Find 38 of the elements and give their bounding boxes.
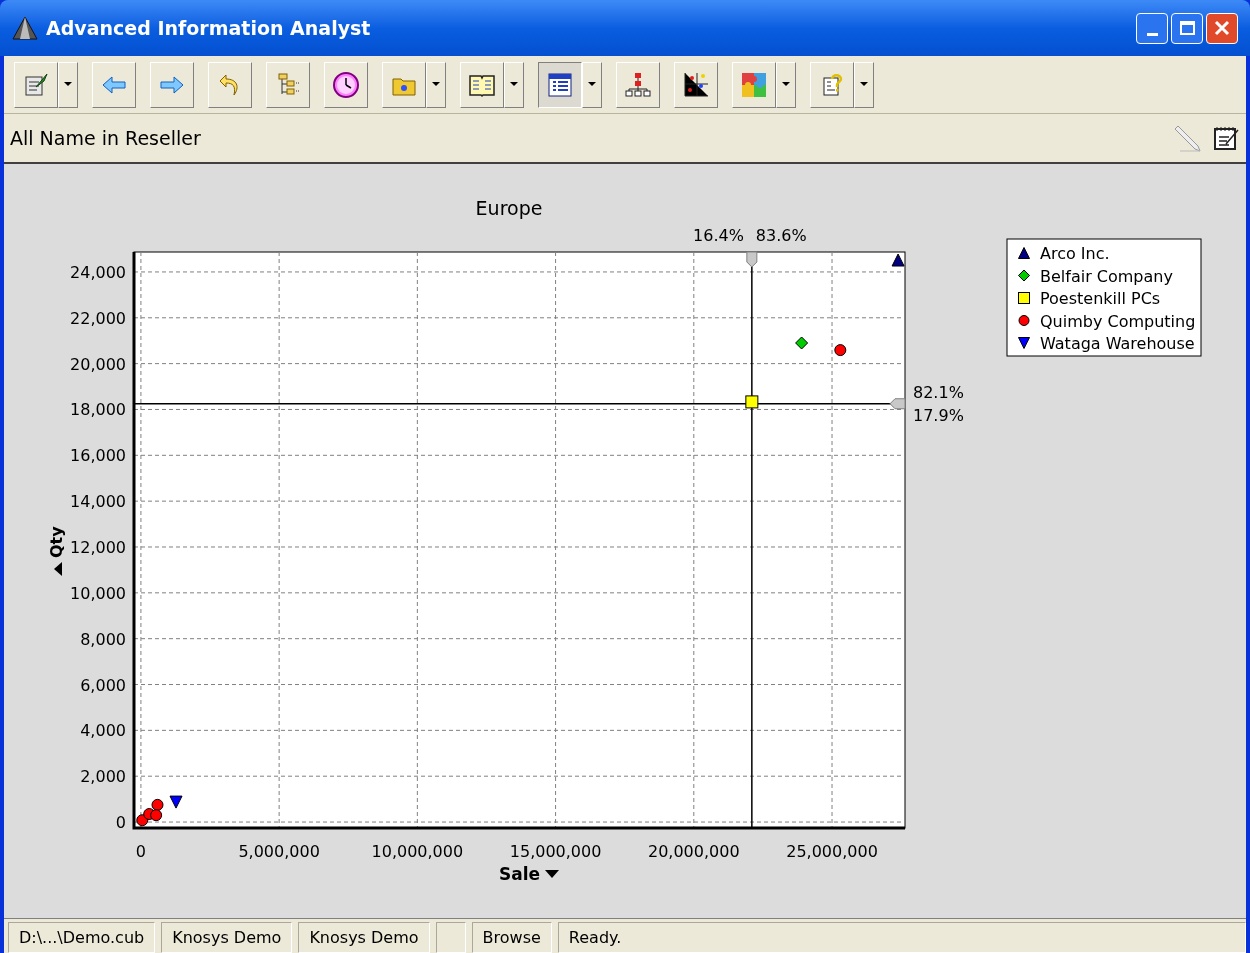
y-tick-label: 14,000 [70,492,126,512]
y-tick-label: 24,000 [70,262,126,282]
view-title: All Name in Reseller [10,125,201,151]
percent-label: 16.4% [693,226,744,245]
x-tick-label: 0 [135,842,146,861]
axis-title: Sale [499,864,541,884]
x-tick-label: 10,000,000 [371,842,464,861]
percent-label: 82.1% [913,382,964,402]
legend-label: Poestenkill PCs [1040,289,1161,308]
chart-title: Europe [475,197,543,219]
status-panel: Knosys Demo [161,922,293,953]
y-tick-label: 0 [115,813,126,833]
x-tick-label: 25,000,000 [786,842,878,861]
axis-title: Qty [47,526,66,558]
y-tick-label: 20,000 [70,354,126,374]
legend-label: Belfair Company [1040,266,1173,286]
legend-label: Arco Inc. [1040,244,1110,263]
y-tick-label: 22,000 [70,308,126,328]
x-tick-label: 20,000,000 [648,842,740,861]
y-tick-label: 6,000 [80,675,126,695]
y-tick-label: 10,000 [70,583,126,603]
legend-label: Wataga Warehouse [1040,334,1195,353]
y-tick-label: 16,000 [70,446,126,466]
window-title: Advanced Information Analyst [46,15,371,41]
y-tick-label: 2,000 [80,767,126,787]
x-tick-label: 5,000,000 [238,842,320,861]
y-tick-label: 12,000 [70,538,126,557]
percent-label: 83.6% [755,226,807,245]
x-tick-label: 15,000,000 [509,842,602,861]
y-tick-label: 4,000 [80,721,126,741]
legend-label: Quimby Computing [1040,311,1196,331]
y-tick-label: 8,000 [80,629,126,649]
status-panel: Ready. [557,922,1246,953]
percent-label: 17.9% [913,405,964,425]
status-panel: Knosys Demo [298,922,430,953]
status-panel: D:\...\Demo.cub [8,922,156,953]
status-panel: Browse [471,922,552,953]
y-tick-label: 18,000 [70,400,126,420]
